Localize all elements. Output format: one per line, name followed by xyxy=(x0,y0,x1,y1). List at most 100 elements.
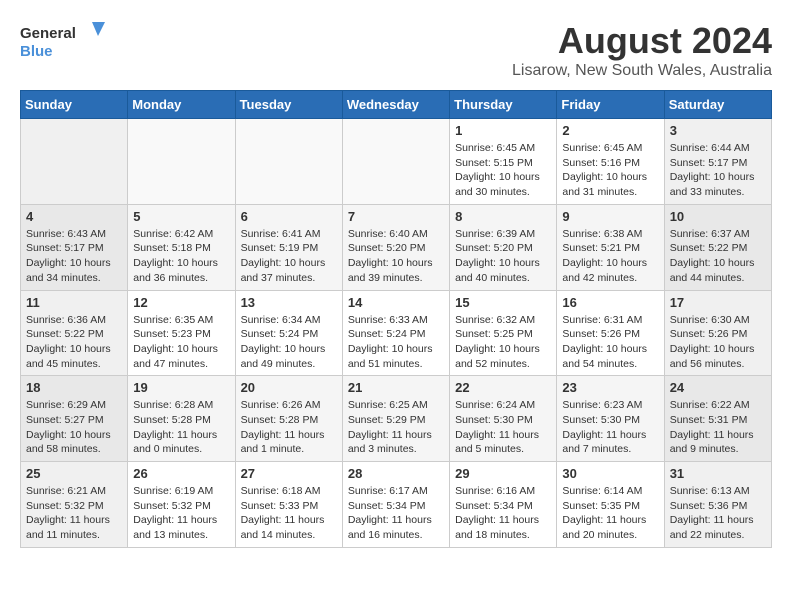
week-row-3: 11 Sunrise: 6:36 AMSunset: 5:22 PMDayligh… xyxy=(21,290,772,376)
table-cell: 12Sunrise: 6:35 AMSunset: 5:23 PMDayligh… xyxy=(128,290,235,376)
table-cell: 14 Sunrise: 6:33 AMSunset: 5:24 PMDayligh… xyxy=(342,290,449,376)
day-content: Sunrise: 6:37 AMSunset: 5:22 PMDaylight:… xyxy=(670,227,766,286)
day-content: Sunrise: 6:36 AMSunset: 5:22 PMDaylight:… xyxy=(26,313,122,372)
day-number: 18 xyxy=(26,380,122,395)
day-content: Sunrise: 6:25 AMSunset: 5:29 PMDaylight:… xyxy=(348,398,444,457)
day-content: Sunrise: 6:28 AMSunset: 5:28 PMDaylight:… xyxy=(133,398,229,457)
week-row-1: 1Sunrise: 6:45 AMSunset: 5:15 PMDaylight… xyxy=(21,119,772,205)
day-content: Sunrise: 6:38 AMSunset: 5:21 PMDaylight:… xyxy=(562,227,658,286)
day-content: Sunrise: 6:32 AMSunset: 5:25 PMDaylight:… xyxy=(455,313,551,372)
day-number: 23 xyxy=(562,380,658,395)
day-number: 16 xyxy=(562,295,658,310)
weekday-saturday: Saturday xyxy=(664,91,771,119)
day-number: 11 xyxy=(26,295,122,310)
day-content: Sunrise: 6:41 AMSunset: 5:19 PMDaylight:… xyxy=(241,227,337,286)
day-content: Sunrise: 6:45 AMSunset: 5:16 PMDaylight:… xyxy=(562,141,658,200)
day-number: 13 xyxy=(241,295,337,310)
day-content: Sunrise: 6:16 AMSunset: 5:34 PMDaylight:… xyxy=(455,484,551,543)
day-number: 4 xyxy=(26,209,122,224)
day-content: Sunrise: 6:33 AMSunset: 5:24 PMDaylight:… xyxy=(348,313,444,372)
table-cell: 4 Sunrise: 6:43 AMSunset: 5:17 PMDaylight… xyxy=(21,204,128,290)
table-cell: 15 Sunrise: 6:32 AMSunset: 5:25 PMDayligh… xyxy=(450,290,557,376)
table-cell xyxy=(342,119,449,205)
table-cell: 17 Sunrise: 6:30 AMSunset: 5:26 PMDayligh… xyxy=(664,290,771,376)
table-cell: 19Sunrise: 6:28 AMSunset: 5:28 PMDayligh… xyxy=(128,376,235,462)
table-cell: 10 Sunrise: 6:37 AMSunset: 5:22 PMDayligh… xyxy=(664,204,771,290)
day-content: Sunrise: 6:39 AMSunset: 5:20 PMDaylight:… xyxy=(455,227,551,286)
table-cell: 1Sunrise: 6:45 AMSunset: 5:15 PMDaylight… xyxy=(450,119,557,205)
header: General Blue August 2024 Lisarow, New So… xyxy=(20,20,772,80)
day-number: 6 xyxy=(241,209,337,224)
table-cell: 11 Sunrise: 6:36 AMSunset: 5:22 PMDayligh… xyxy=(21,290,128,376)
day-number: 12 xyxy=(133,295,229,310)
table-cell: 24 Sunrise: 6:22 AMSunset: 5:31 PMDayligh… xyxy=(664,376,771,462)
day-number: 25 xyxy=(26,466,122,481)
weekday-friday: Friday xyxy=(557,91,664,119)
day-number: 21 xyxy=(348,380,444,395)
weekday-sunday: Sunday xyxy=(21,91,128,119)
day-content: Sunrise: 6:17 AMSunset: 5:34 PMDaylight:… xyxy=(348,484,444,543)
day-number: 17 xyxy=(670,295,766,310)
table-cell: 7 Sunrise: 6:40 AMSunset: 5:20 PMDaylight… xyxy=(342,204,449,290)
day-content: Sunrise: 6:21 AMSunset: 5:32 PMDaylight:… xyxy=(26,484,122,543)
table-cell: 28 Sunrise: 6:17 AMSunset: 5:34 PMDayligh… xyxy=(342,462,449,548)
table-cell: 16 Sunrise: 6:31 AMSunset: 5:26 PMDayligh… xyxy=(557,290,664,376)
day-number: 28 xyxy=(348,466,444,481)
subtitle: Lisarow, New South Wales, Australia xyxy=(512,62,772,80)
week-row-2: 4 Sunrise: 6:43 AMSunset: 5:17 PMDaylight… xyxy=(21,204,772,290)
table-cell: 9 Sunrise: 6:38 AMSunset: 5:21 PMDaylight… xyxy=(557,204,664,290)
day-number: 14 xyxy=(348,295,444,310)
table-cell: 13 Sunrise: 6:34 AMSunset: 5:24 PMDayligh… xyxy=(235,290,342,376)
logo-svg: General Blue xyxy=(20,20,110,65)
calendar-table: SundayMondayTuesdayWednesdayThursdayFrid… xyxy=(20,90,772,548)
day-number: 31 xyxy=(670,466,766,481)
day-content: Sunrise: 6:23 AMSunset: 5:30 PMDaylight:… xyxy=(562,398,658,457)
main-title: August 2024 xyxy=(512,20,772,62)
week-row-4: 18Sunrise: 6:29 AMSunset: 5:27 PMDayligh… xyxy=(21,376,772,462)
table-cell: 6 Sunrise: 6:41 AMSunset: 5:19 PMDaylight… xyxy=(235,204,342,290)
day-content: Sunrise: 6:31 AMSunset: 5:26 PMDaylight:… xyxy=(562,313,658,372)
day-number: 24 xyxy=(670,380,766,395)
weekday-header-row: SundayMondayTuesdayWednesdayThursdayFrid… xyxy=(21,91,772,119)
day-content: Sunrise: 6:14 AMSunset: 5:35 PMDaylight:… xyxy=(562,484,658,543)
day-content: Sunrise: 6:30 AMSunset: 5:26 PMDaylight:… xyxy=(670,313,766,372)
logo: General Blue xyxy=(20,20,110,65)
table-cell xyxy=(21,119,128,205)
day-number: 9 xyxy=(562,209,658,224)
weekday-monday: Monday xyxy=(128,91,235,119)
table-cell: 27 Sunrise: 6:18 AMSunset: 5:33 PMDayligh… xyxy=(235,462,342,548)
day-content: Sunrise: 6:34 AMSunset: 5:24 PMDaylight:… xyxy=(241,313,337,372)
weekday-thursday: Thursday xyxy=(450,91,557,119)
table-cell: 21 Sunrise: 6:25 AMSunset: 5:29 PMDayligh… xyxy=(342,376,449,462)
title-section: August 2024 Lisarow, New South Wales, Au… xyxy=(512,20,772,80)
table-cell: 20 Sunrise: 6:26 AMSunset: 5:28 PMDayligh… xyxy=(235,376,342,462)
day-content: Sunrise: 6:44 AMSunset: 5:17 PMDaylight:… xyxy=(670,141,766,200)
week-row-5: 25 Sunrise: 6:21 AMSunset: 5:32 PMDayligh… xyxy=(21,462,772,548)
table-cell: 3Sunrise: 6:44 AMSunset: 5:17 PMDaylight… xyxy=(664,119,771,205)
day-number: 15 xyxy=(455,295,551,310)
day-content: Sunrise: 6:18 AMSunset: 5:33 PMDaylight:… xyxy=(241,484,337,543)
day-number: 29 xyxy=(455,466,551,481)
day-number: 22 xyxy=(455,380,551,395)
calendar-body: 1Sunrise: 6:45 AMSunset: 5:15 PMDaylight… xyxy=(21,119,772,548)
table-cell: 25 Sunrise: 6:21 AMSunset: 5:32 PMDayligh… xyxy=(21,462,128,548)
day-content: Sunrise: 6:40 AMSunset: 5:20 PMDaylight:… xyxy=(348,227,444,286)
calendar-header: SundayMondayTuesdayWednesdayThursdayFrid… xyxy=(21,91,772,119)
table-cell: 30Sunrise: 6:14 AMSunset: 5:35 PMDayligh… xyxy=(557,462,664,548)
day-content: Sunrise: 6:22 AMSunset: 5:31 PMDaylight:… xyxy=(670,398,766,457)
day-number: 10 xyxy=(670,209,766,224)
day-content: Sunrise: 6:19 AMSunset: 5:32 PMDaylight:… xyxy=(133,484,229,543)
table-cell: 18Sunrise: 6:29 AMSunset: 5:27 PMDayligh… xyxy=(21,376,128,462)
svg-text:General: General xyxy=(20,25,76,42)
day-number: 20 xyxy=(241,380,337,395)
day-number: 7 xyxy=(348,209,444,224)
day-content: Sunrise: 6:42 AMSunset: 5:18 PMDaylight:… xyxy=(133,227,229,286)
day-number: 5 xyxy=(133,209,229,224)
day-content: Sunrise: 6:45 AMSunset: 5:15 PMDaylight:… xyxy=(455,141,551,200)
day-content: Sunrise: 6:43 AMSunset: 5:17 PMDaylight:… xyxy=(26,227,122,286)
day-number: 27 xyxy=(241,466,337,481)
weekday-wednesday: Wednesday xyxy=(342,91,449,119)
day-number: 8 xyxy=(455,209,551,224)
day-content: Sunrise: 6:26 AMSunset: 5:28 PMDaylight:… xyxy=(241,398,337,457)
table-cell xyxy=(235,119,342,205)
